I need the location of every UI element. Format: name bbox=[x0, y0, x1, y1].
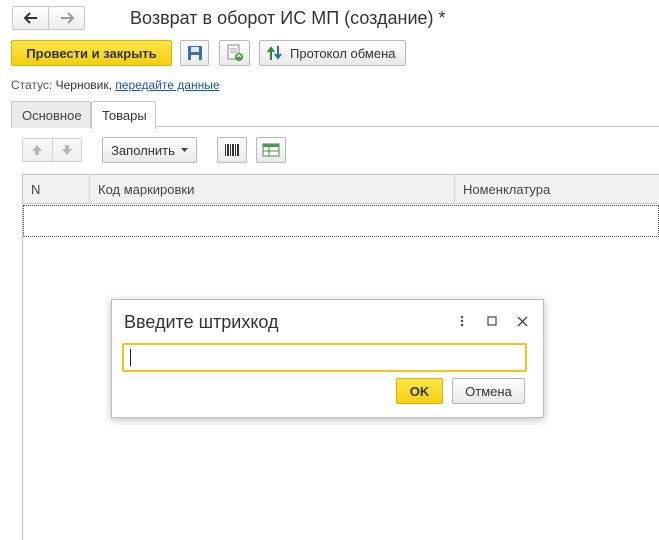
move-buttons bbox=[22, 138, 82, 162]
triangle-down-icon bbox=[180, 148, 188, 152]
table-header: N Код маркировки Номенклатура bbox=[23, 175, 659, 204]
exchange-protocol-label: Протокол обмена bbox=[290, 45, 396, 61]
column-header-nomenclature[interactable]: Номенклатура bbox=[455, 175, 659, 204]
close-icon bbox=[517, 316, 527, 326]
fill-dropdown-button[interactable]: Заполнить bbox=[102, 137, 197, 163]
vertical-dots-icon bbox=[460, 315, 464, 327]
table-settings-button[interactable] bbox=[256, 137, 286, 163]
post-and-close-button[interactable]: Провести и закрыть bbox=[11, 40, 172, 66]
barcode-icon bbox=[225, 144, 239, 156]
ok-button[interactable]: OK bbox=[396, 378, 443, 404]
dialog-close-button[interactable] bbox=[513, 312, 531, 330]
dialog-maximize-button[interactable] bbox=[483, 312, 501, 330]
cancel-button[interactable]: Отмена bbox=[452, 378, 525, 404]
status-value: Черновик, bbox=[55, 78, 112, 92]
tab-main[interactable]: Основное bbox=[11, 101, 91, 128]
status-label: Статус: bbox=[11, 78, 53, 92]
fill-label: Заполнить bbox=[111, 142, 175, 158]
arrow-left-icon bbox=[23, 12, 37, 24]
forward-button[interactable] bbox=[48, 7, 84, 29]
barcode-button[interactable] bbox=[217, 137, 247, 163]
barcode-input[interactable] bbox=[122, 343, 527, 372]
save-button[interactable] bbox=[180, 40, 209, 66]
arrow-right-icon bbox=[60, 12, 74, 24]
back-button[interactable] bbox=[13, 7, 48, 29]
arrow-up-icon bbox=[32, 145, 43, 155]
move-up-button[interactable] bbox=[23, 139, 52, 161]
status-line: Статус: Черновик, передайте данные bbox=[11, 78, 220, 92]
document-button[interactable] bbox=[219, 40, 250, 66]
form-title: Возврат в оборот ИС МП (создание) * bbox=[130, 8, 446, 28]
column-header-n[interactable]: N bbox=[23, 175, 90, 204]
navigation-buttons bbox=[12, 6, 85, 30]
dialog-menu-button[interactable] bbox=[453, 312, 471, 330]
document-refresh-icon bbox=[227, 44, 243, 61]
floppy-disk-icon bbox=[187, 46, 202, 60]
send-data-link[interactable]: передайте данные bbox=[115, 78, 219, 92]
table-icon bbox=[262, 143, 280, 157]
tab-goods[interactable]: Товары bbox=[91, 101, 156, 129]
arrow-down-icon bbox=[61, 145, 72, 155]
dialog-title: Введите штрихкод bbox=[124, 312, 279, 332]
exchange-protocol-button[interactable]: Протокол обмена bbox=[259, 40, 406, 66]
move-down-button[interactable] bbox=[51, 139, 82, 161]
table-row[interactable] bbox=[23, 205, 659, 237]
maximize-icon bbox=[487, 316, 497, 326]
barcode-dialog: Введите штрихкод OK Отмена bbox=[111, 299, 544, 418]
exchange-arrows-icon bbox=[267, 46, 282, 60]
text-caret bbox=[130, 349, 131, 366]
column-header-marking-code[interactable]: Код маркировки bbox=[90, 175, 455, 204]
